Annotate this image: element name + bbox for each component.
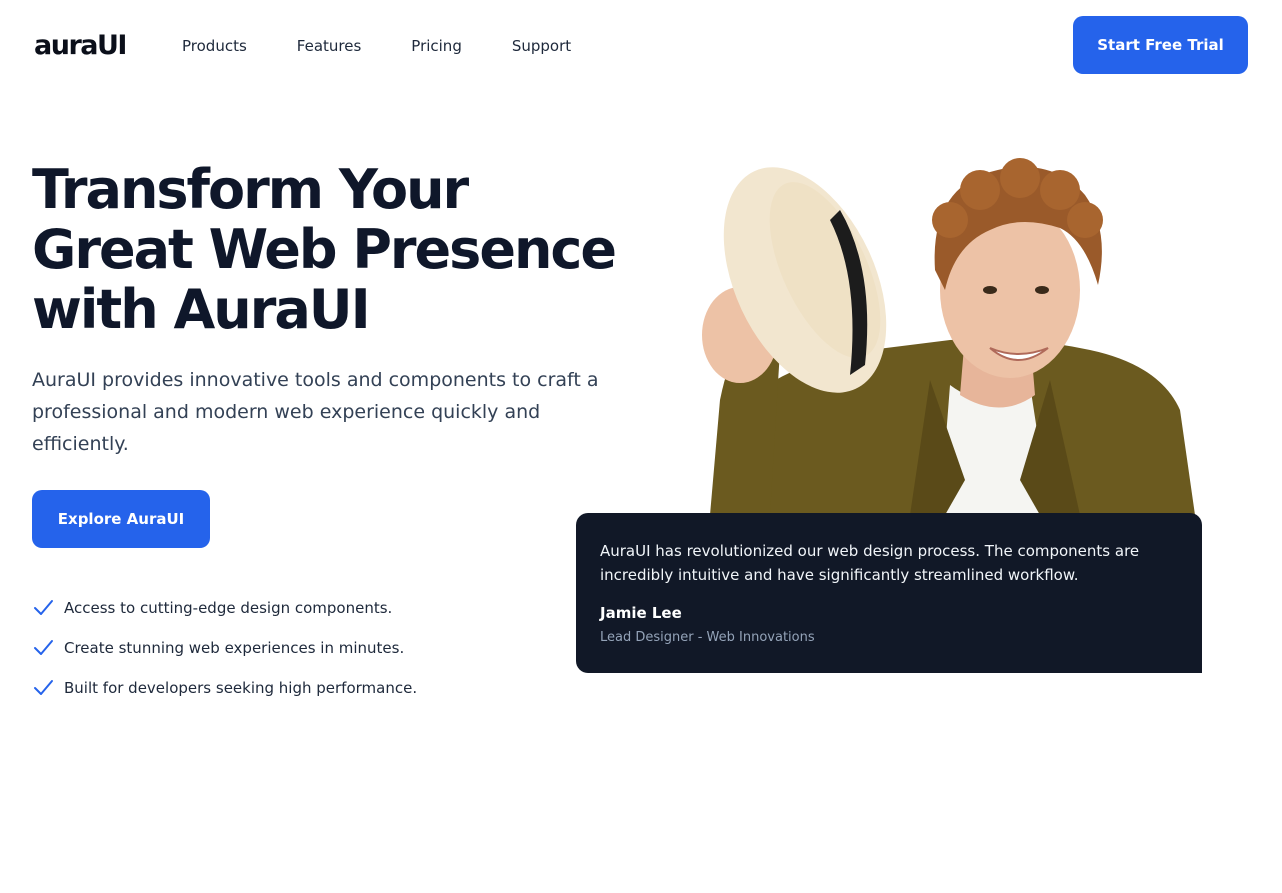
hero-title-line-1: Transform Your — [32, 158, 469, 221]
check-icon — [34, 680, 53, 695]
start-free-trial-button[interactable]: Start Free Trial — [1073, 16, 1248, 74]
check-icon — [34, 640, 53, 655]
feature-item: Create stunning web experiences in minut… — [32, 628, 417, 668]
explore-button[interactable]: Explore AuraUI — [32, 490, 210, 548]
feature-list: Access to cutting-edge design components… — [32, 588, 417, 708]
nav-products[interactable]: Products — [182, 36, 247, 56]
feature-text: Create stunning web experiences in minut… — [64, 639, 405, 657]
hero-photo — [690, 150, 1210, 515]
testimonial-role: Lead Designer - Web Innovations — [600, 630, 815, 645]
feature-text: Access to cutting-edge design components… — [64, 599, 393, 617]
check-icon — [34, 600, 53, 615]
main-nav: Products Features Pricing Support — [182, 36, 621, 56]
feature-item: Built for developers seeking high perfor… — [32, 668, 417, 708]
hero-title-line-3: with AuraUI — [32, 278, 371, 341]
hero-description: AuraUI provides innovative tools and com… — [32, 369, 599, 455]
hero-title: Transform Your Great Web Presence with A… — [32, 160, 632, 340]
testimonial-quote: AuraUI has revolutionized our web design… — [600, 542, 1140, 584]
hero-title-line-2: Great Web Presence — [32, 218, 617, 281]
testimonial-author: Jamie Lee — [600, 604, 682, 622]
nav-support[interactable]: Support — [512, 36, 571, 56]
feature-text: Built for developers seeking high perfor… — [64, 679, 418, 697]
nav-pricing[interactable]: Pricing — [411, 36, 462, 56]
testimonial-card: AuraUI has revolutionized our web design… — [576, 513, 1202, 673]
logo[interactable]: auraUI — [34, 30, 127, 62]
feature-item: Access to cutting-edge design components… — [32, 588, 417, 628]
nav-features[interactable]: Features — [297, 36, 362, 56]
person-illustration — [702, 158, 1195, 515]
